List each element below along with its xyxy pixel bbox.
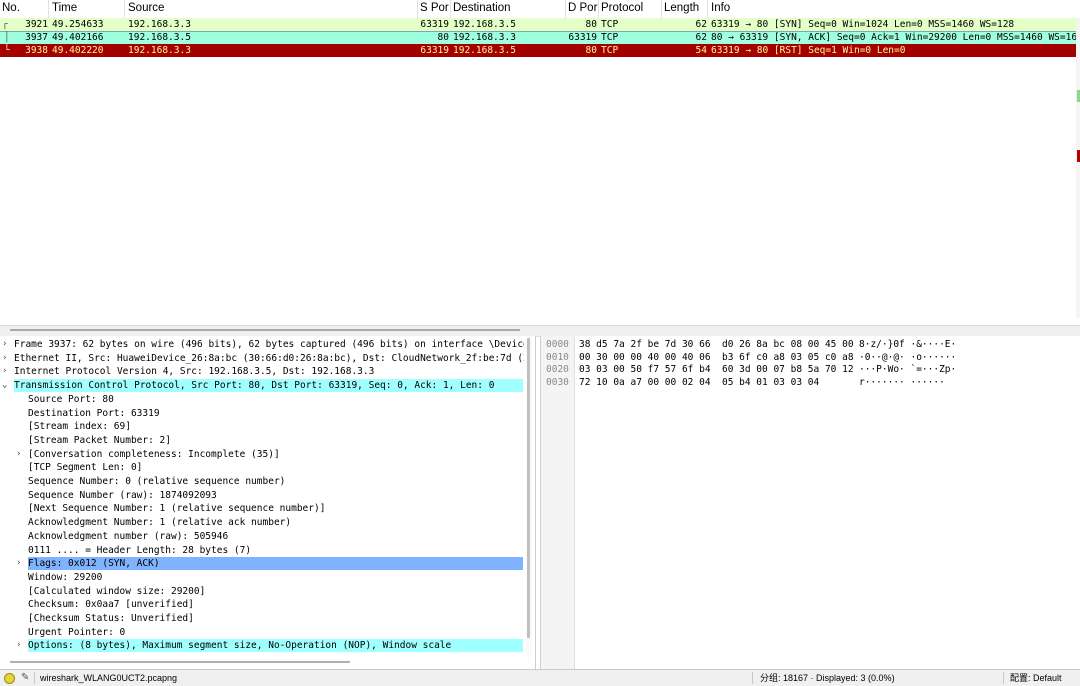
packet-destination: 192.168.3.5 xyxy=(453,19,516,30)
packet-list-header: No. Time Source S Por Destination D Por … xyxy=(0,0,1080,19)
detail-tree-item[interactable]: [Next Sequence Number: 1 (relative seque… xyxy=(28,502,524,515)
edit-comment-icon[interactable]: ✎ xyxy=(21,672,29,684)
col-header-info[interactable]: Info xyxy=(711,2,730,14)
expand-arrow-icon[interactable]: › xyxy=(2,365,7,378)
packet-source: 192.168.3.5 xyxy=(128,32,191,43)
conversation-line-icon: │ xyxy=(4,32,10,43)
bytes-hex[interactable]: 00 30 00 00 40 00 40 06 b3 6f c0 a8 03 0… xyxy=(579,351,854,364)
packet-row-selected[interactable]: │ 3937 49.402166 192.168.3.5 80 192.168.… xyxy=(0,31,1080,45)
packet-bytes-pane[interactable]: 0000 38 d5 7a 2f be 7d 30 66 d0 26 8a bc … xyxy=(540,336,1080,669)
bytes-offset: 0010 xyxy=(546,351,569,363)
detail-tree-item[interactable]: Sequence Number (raw): 1874092093 xyxy=(28,489,524,502)
detail-tree-item[interactable]: Internet Protocol Version 4, Src: 192.16… xyxy=(14,365,524,378)
details-horizontal-scrollbar[interactable] xyxy=(10,661,350,663)
detail-tree-item[interactable]: Acknowledgment Number: 1 (relative ack n… xyxy=(28,516,524,529)
packet-list-scrollbar[interactable] xyxy=(1076,18,1080,318)
status-bar: ✎ wireshark_WLANG0UCT2.pcapng 分组: 18167 … xyxy=(0,669,1080,686)
col-header-protocol[interactable]: Protocol xyxy=(601,2,643,14)
packet-details-pane[interactable]: › Frame 3937: 62 bytes on wire (496 bits)… xyxy=(0,336,536,669)
detail-tree-item[interactable]: [Checksum Status: Unverified] xyxy=(28,612,524,625)
packet-count-status: 分组: 18167 · Displayed: 3 (0.0%) xyxy=(760,673,895,683)
packet-dst-port: 80 xyxy=(585,19,597,30)
ready-status-icon[interactable] xyxy=(4,673,15,684)
bytes-ascii[interactable]: r······· ······ xyxy=(859,376,945,389)
packet-destination: 192.168.3.5 xyxy=(453,45,516,56)
packet-length: 62 xyxy=(695,32,707,43)
detail-tree-item[interactable]: [Calculated window size: 29200] xyxy=(28,585,524,598)
packet-row[interactable]: └ 3938 49.402220 192.168.3.3 63319 192.1… xyxy=(0,44,1080,57)
col-header-destination[interactable]: Destination xyxy=(453,2,511,14)
detail-tree-item[interactable]: Urgent Pointer: 0 xyxy=(28,626,524,639)
expand-arrow-icon[interactable]: › xyxy=(2,352,7,365)
conversation-start-icon: ┌ xyxy=(2,19,8,30)
detail-tree-item[interactable]: 0111 .... = Header Length: 28 bytes (7) xyxy=(28,544,524,557)
packet-no: 3921 xyxy=(25,19,48,30)
expand-arrow-icon[interactable]: › xyxy=(2,338,7,351)
collapse-arrow-icon[interactable]: ⌄ xyxy=(2,379,7,392)
bytes-ascii[interactable]: ···P·Wo· `=···Zp· xyxy=(859,363,956,376)
packet-no: 3938 xyxy=(25,45,48,56)
details-scrollbar-thumb[interactable] xyxy=(527,338,530,638)
horizontal-scrollbar-thumb[interactable] xyxy=(10,329,520,331)
detail-tree-item[interactable]: Frame 3937: 62 bytes on wire (496 bits),… xyxy=(14,338,524,351)
packet-src-port: 80 xyxy=(437,32,449,43)
detail-tree-item[interactable]: [Stream index: 69] xyxy=(28,420,524,433)
packet-length: 54 xyxy=(695,45,707,56)
bytes-offset: 0030 xyxy=(546,376,569,388)
detail-tree-item[interactable]: Sequence Number: 0 (relative sequence nu… xyxy=(28,475,524,488)
detail-tree-item[interactable]: Ethernet II, Src: HuaweiDevice_26:8a:bc … xyxy=(14,352,524,365)
details-scrollbar[interactable] xyxy=(526,336,532,656)
col-header-dst-port[interactable]: D Por xyxy=(568,2,597,14)
packet-info: 80 → 63319 [SYN, ACK] Seq=0 Ack=1 Win=29… xyxy=(711,32,1078,43)
col-header-src-port[interactable]: S Por xyxy=(420,2,449,14)
bytes-hex[interactable]: 03 03 00 50 f7 57 6f b4 60 3d 00 07 b8 5… xyxy=(579,363,854,376)
packet-protocol: TCP xyxy=(601,32,619,43)
conversation-end-icon: └ xyxy=(4,45,10,56)
col-header-time[interactable]: Time xyxy=(52,2,77,14)
detail-tree-item[interactable]: Options: (8 bytes), Maximum segment size… xyxy=(28,639,523,653)
detail-tree-item[interactable]: Source Port: 80 xyxy=(28,393,524,406)
packet-destination: 192.168.3.3 xyxy=(453,32,516,43)
detail-tree-item[interactable]: [Conversation completeness: Incomplete (… xyxy=(28,448,524,461)
packet-time: 49.402166 xyxy=(52,32,104,43)
packet-list[interactable]: No. Time Source S Por Destination D Por … xyxy=(0,0,1080,325)
packet-time: 49.402220 xyxy=(52,45,104,56)
packet-time: 49.254633 xyxy=(52,19,104,30)
col-header-length[interactable]: Length xyxy=(664,2,699,14)
expand-arrow-icon[interactable]: › xyxy=(16,639,21,652)
profile-status[interactable]: 配置: Default xyxy=(1010,670,1062,686)
detail-tree-item[interactable]: [Stream Packet Number: 2] xyxy=(28,434,524,447)
bytes-hex[interactable]: 72 10 0a a7 00 00 02 04 05 b4 01 03 03 0… xyxy=(579,376,819,389)
packet-no: 3937 xyxy=(25,32,48,43)
packet-source: 192.168.3.3 xyxy=(128,19,191,30)
bytes-hex[interactable]: 38 d5 7a 2f be 7d 30 66 d0 26 8a bc 08 0… xyxy=(579,338,854,351)
detail-tree-item[interactable]: Window: 29200 xyxy=(28,571,524,584)
packet-src-port: 63319 xyxy=(420,19,449,30)
detail-tree-item[interactable]: Flags: 0x012 (SYN, ACK) xyxy=(28,557,523,571)
col-header-no[interactable]: No. xyxy=(2,2,20,14)
expand-arrow-icon[interactable]: › xyxy=(16,448,21,461)
detail-tree-item[interactable]: Transmission Control Protocol, Src Port:… xyxy=(14,379,523,393)
packet-source: 192.168.3.3 xyxy=(128,45,191,56)
packet-protocol: TCP xyxy=(601,45,619,56)
bytes-ascii[interactable]: ·0··@·@· ·o······ xyxy=(859,351,956,364)
detail-tree-item[interactable]: [TCP Segment Len: 0] xyxy=(28,461,524,474)
packet-length: 62 xyxy=(695,19,707,30)
packet-row[interactable]: ┌ 3921 49.254633 192.168.3.3 63319 192.1… xyxy=(0,18,1080,31)
detail-tree-item[interactable]: Destination Port: 63319 xyxy=(28,407,524,420)
packet-src-port: 63319 xyxy=(420,45,449,56)
capture-file-name: wireshark_WLANG0UCT2.pcapng xyxy=(40,673,178,683)
bytes-ascii[interactable]: 8·z/·}0f ·&····E· xyxy=(859,338,956,351)
detail-tree-item[interactable]: Checksum: 0x0aa7 [unverified] xyxy=(28,598,524,611)
expand-arrow-icon[interactable]: › xyxy=(16,557,21,570)
packet-dst-port: 80 xyxy=(585,45,597,56)
bytes-offset: 0000 xyxy=(546,339,569,350)
packet-info: 63319 → 80 [RST] Seq=1 Win=0 Len=0 xyxy=(711,45,906,56)
packet-protocol: TCP xyxy=(601,19,619,30)
detail-tree-item[interactable]: Acknowledgment number (raw): 505946 xyxy=(28,530,524,543)
bytes-offset: 0020 xyxy=(546,364,569,375)
packet-info: 63319 → 80 [SYN] Seq=0 Win=1024 Len=0 MS… xyxy=(711,19,1015,30)
col-header-source[interactable]: Source xyxy=(128,2,164,14)
packet-dst-port: 63319 xyxy=(568,32,597,43)
